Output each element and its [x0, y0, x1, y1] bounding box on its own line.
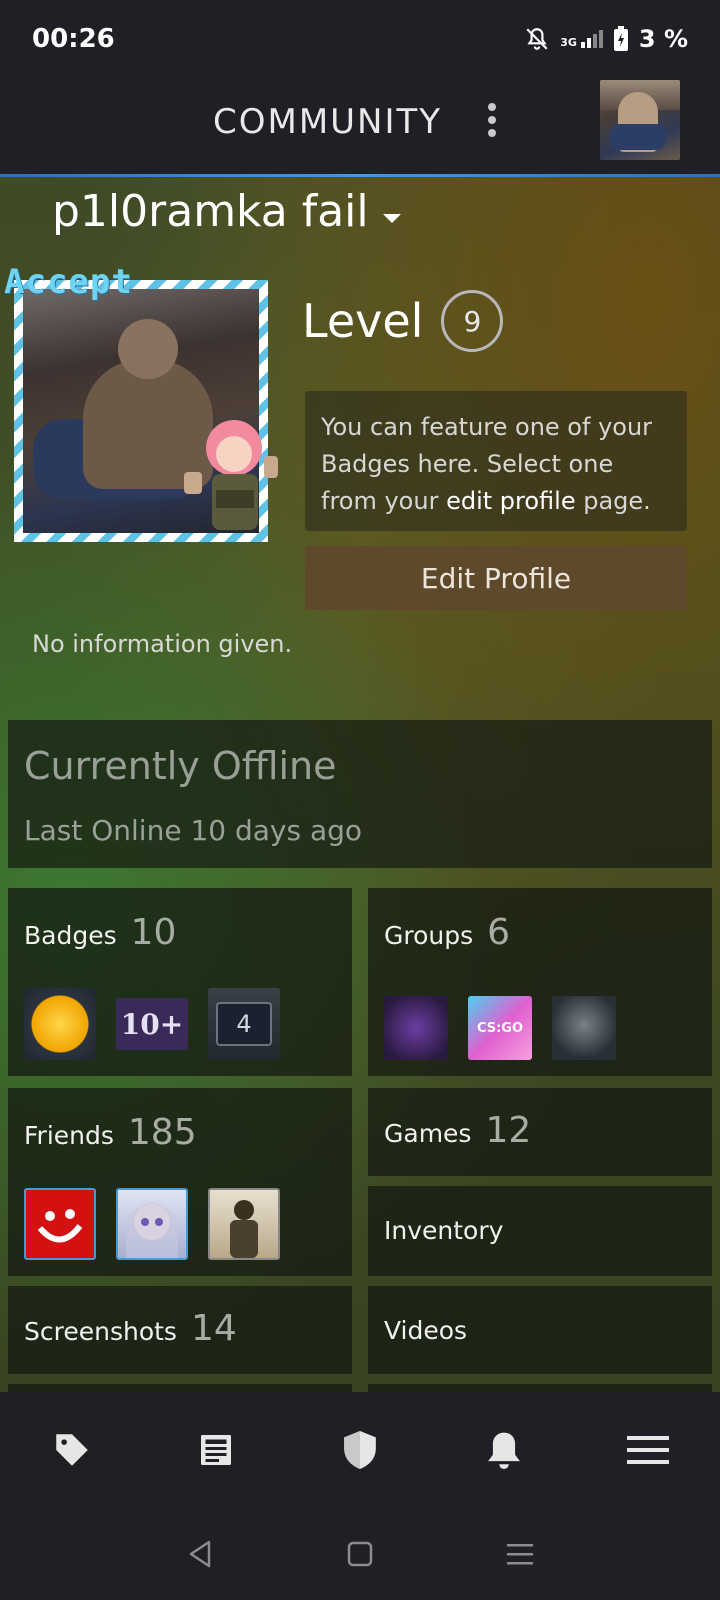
coin-badge-icon[interactable] — [24, 988, 96, 1060]
bottom-navigation — [0, 1392, 720, 1508]
screenshots-card[interactable]: Screenshots 14 — [8, 1286, 352, 1374]
guard-shield-icon[interactable] — [330, 1420, 390, 1480]
groups-card[interactable]: Groups 6 CS:GO — [368, 888, 712, 1076]
home-icon[interactable] — [335, 1529, 385, 1579]
avatar-frame-character-icon — [184, 420, 278, 530]
battery-percent: 3 % — [638, 25, 688, 53]
status-time: 00:26 — [32, 24, 115, 54]
years-badge-icon[interactable]: 10+ — [116, 998, 188, 1050]
screenshots-label: Screenshots — [24, 1317, 177, 1346]
signal-icon: 3G — [560, 30, 603, 48]
inventory-card[interactable]: Inventory — [368, 1186, 712, 1276]
badges-label: Badges — [24, 921, 117, 950]
friends-card[interactable]: Friends 185 — [8, 1088, 352, 1276]
edit-profile-button[interactable]: Edit Profile — [305, 546, 687, 610]
page-title: COMMUNITY — [213, 102, 443, 142]
more-card — [8, 1384, 352, 1392]
last-online: Last Online 10 days ago — [24, 814, 363, 847]
group-avatar-smoke[interactable] — [552, 996, 616, 1060]
status-icons: 3G 3 % — [524, 25, 688, 53]
username-selector[interactable]: p1l0ramka fail — [52, 186, 401, 237]
online-status: Currently Offline — [24, 744, 337, 788]
level-display: Level 9 — [302, 290, 504, 352]
notifications-bell-icon[interactable] — [474, 1420, 534, 1480]
recents-icon[interactable] — [495, 1529, 545, 1579]
status-bar: 00:26 3G 3 % — [0, 0, 720, 78]
badges-count: 10 — [130, 912, 177, 953]
store-icon[interactable] — [42, 1420, 102, 1480]
games-card[interactable]: Games 12 — [368, 1088, 712, 1176]
chevron-down-icon — [382, 214, 401, 223]
network-type: 3G — [560, 36, 577, 49]
feature-text-end: page. — [575, 487, 651, 515]
screenshots-count: 14 — [190, 1308, 237, 1349]
group-avatar-csgo[interactable]: CS:GO — [468, 996, 532, 1060]
friends-count: 185 — [127, 1112, 197, 1153]
more-options-icon[interactable] — [482, 100, 502, 140]
battery-icon — [613, 26, 629, 52]
mute-bell-icon — [524, 26, 550, 52]
more-card — [368, 1384, 712, 1392]
inventory-label: Inventory — [384, 1216, 504, 1245]
news-icon[interactable] — [186, 1420, 246, 1480]
level-badge-text: 4 — [216, 1002, 272, 1046]
videos-label: Videos — [384, 1316, 468, 1345]
avatar-frame-text: Accept — [4, 262, 133, 302]
level-label: Level — [302, 294, 424, 348]
group-avatar-f[interactable] — [384, 996, 448, 1060]
top-header: COMMUNITY — [0, 78, 720, 174]
online-status-panel: Currently Offline Last Online 10 days ag… — [8, 720, 712, 868]
hamburger-menu-icon[interactable] — [618, 1420, 678, 1480]
groups-label: Groups — [384, 921, 474, 950]
games-label: Games — [384, 1119, 472, 1148]
videos-card[interactable]: Videos — [368, 1286, 712, 1374]
friend-avatar[interactable] — [24, 1188, 96, 1260]
level-badge-icon[interactable]: 4 — [208, 988, 280, 1060]
system-navigation — [0, 1508, 720, 1600]
years-badge-text: 10+ — [120, 1007, 184, 1041]
level-badge[interactable]: 9 — [441, 290, 504, 352]
games-count: 12 — [485, 1110, 532, 1151]
username: p1l0ramka fail — [52, 186, 369, 237]
profile-summary: No information given. — [32, 630, 293, 658]
header-avatar[interactable] — [600, 80, 680, 160]
featured-badge-placeholder: You can feature one of your Badges here.… — [305, 391, 687, 531]
group-avatar-csgo-text: CS:GO — [476, 1020, 524, 1036]
groups-count: 6 — [487, 912, 511, 953]
friend-avatar[interactable] — [208, 1188, 280, 1260]
back-icon[interactable] — [175, 1529, 225, 1579]
edit-profile-link[interactable]: edit profile — [446, 487, 576, 515]
badges-card[interactable]: Badges 10 10+ 4 — [8, 888, 352, 1076]
friends-label: Friends — [24, 1121, 114, 1150]
friend-avatar[interactable] — [116, 1188, 188, 1260]
